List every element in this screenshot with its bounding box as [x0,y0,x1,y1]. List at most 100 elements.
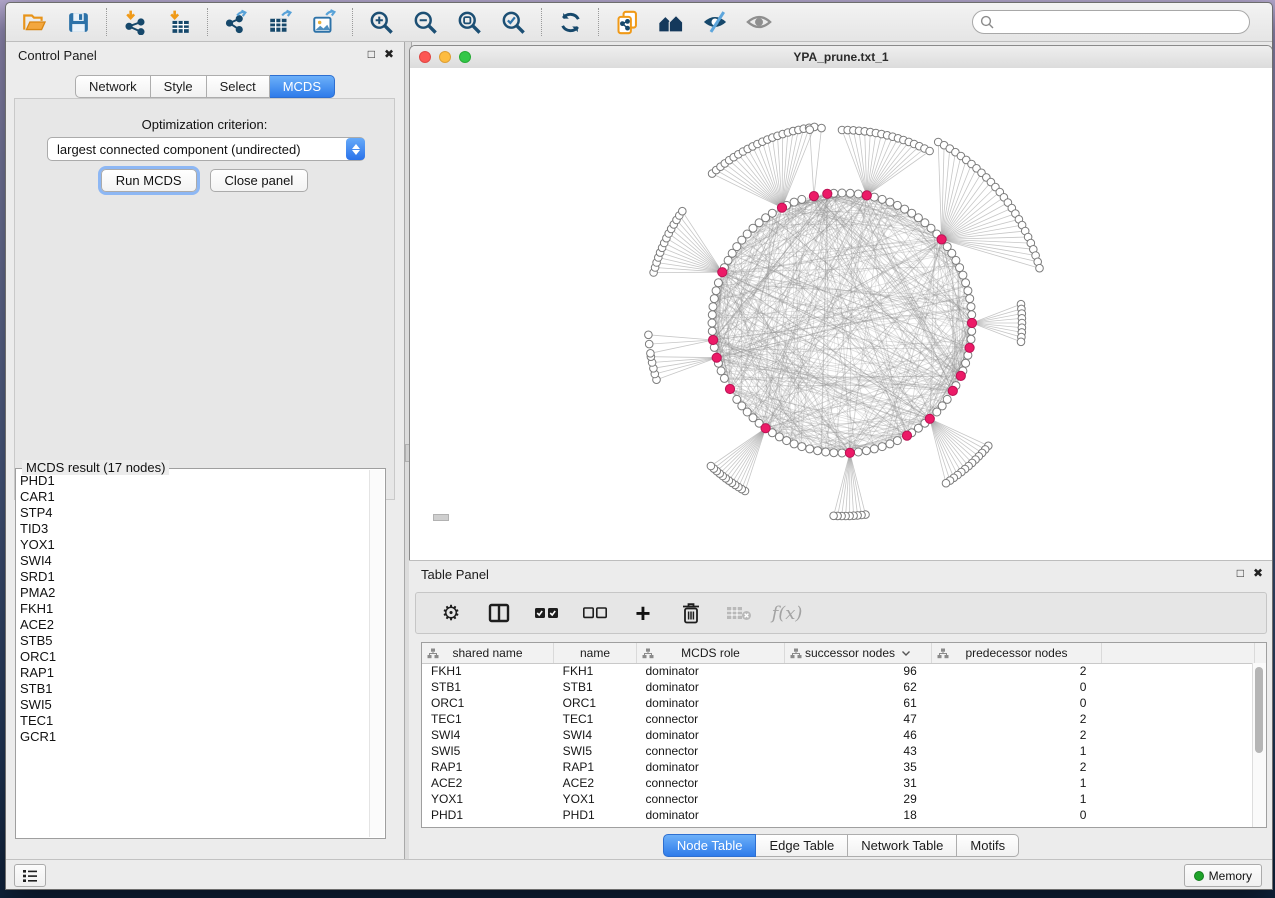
table-panel-title: Table Panel [421,567,489,582]
mcds-hub-node [948,386,957,395]
table-row[interactable]: SWI4SWI4dominator462 [422,727,1253,743]
import-table-icon[interactable] [165,8,193,36]
mcds-hub-node [712,353,721,362]
tab-style[interactable]: Style [151,75,207,98]
mcds-node-item[interactable]: CAR1 [20,489,368,505]
table-row[interactable]: ACE2ACE2connector311 [422,775,1253,791]
table-scrollbar[interactable] [1252,663,1266,827]
tab-node-table[interactable]: Node Table [663,834,757,857]
mcds-node-item[interactable]: SWI4 [20,553,368,569]
close-panel-icon[interactable]: ✖ [384,47,394,61]
mcds-hub-node [761,424,770,433]
table-row[interactable]: ORC1ORC1dominator610 [422,695,1253,711]
select-all-icon[interactable] [534,600,560,626]
mcds-result-list[interactable]: PHD1CAR1STP4TID3YOX1SWI4SRD1PMA2FKH1ACE2… [20,473,368,834]
close-panel-button[interactable]: Close panel [210,169,309,192]
table-header-row: shared namenameMCDS rolesuccessor nodesp… [422,643,1266,664]
zoom-fit-icon[interactable] [455,8,483,36]
open-file-icon[interactable] [20,8,48,36]
mcds-node-item[interactable]: PMA2 [20,585,368,601]
table-tabs: Node TableEdge TableNetwork TableMotifs [409,834,1273,857]
mcds-result-group: MCDS result (17 nodes) PHD1CAR1STP4TID3Y… [15,468,386,839]
column-header-name[interactable]: name [554,643,637,663]
memory-button[interactable]: Memory [1184,864,1262,887]
mcds-hub-node [925,414,934,423]
export-table-icon[interactable] [266,8,294,36]
mcds-node-item[interactable]: TID3 [20,521,368,537]
tab-edge-table[interactable]: Edge Table [756,834,848,857]
mcds-node-item[interactable]: ORC1 [20,649,368,665]
column-header-predecessor-nodes[interactable]: predecessor nodes [932,643,1102,663]
tab-select[interactable]: Select [207,75,270,98]
mcds-node-item[interactable]: TEC1 [20,713,368,729]
first-neighbors-icon[interactable] [657,8,685,36]
search-input[interactable] [972,10,1250,34]
network-canvas[interactable] [410,68,1272,560]
run-mcds-button[interactable]: Run MCDS [101,169,197,192]
column-header-shared-name[interactable]: shared name [422,643,554,663]
table-row[interactable]: TEC1TEC1connector472 [422,711,1253,727]
table-toolbar: ⚙ + f(x) [415,592,1267,634]
network-window: YPA_prune.txt_1 [409,45,1273,560]
hide-selected-icon[interactable] [701,8,729,36]
table-body: FKH1FKH1dominator962STB1STB1dominator620… [422,663,1253,827]
mcds-node-item[interactable]: STP4 [20,505,368,521]
mcds-hub-node [937,235,946,244]
deselect-all-icon[interactable] [582,600,608,626]
mcds-node-item[interactable]: STB5 [20,633,368,649]
column-view-icon[interactable] [486,600,512,626]
column-header-MCDS-role[interactable]: MCDS role [637,643,785,663]
mcds-node-item[interactable]: ACE2 [20,617,368,633]
import-network-icon[interactable] [121,8,149,36]
table-row[interactable]: YOX1YOX1connector291 [422,791,1253,807]
table-scrollbar-thumb[interactable] [1255,667,1263,753]
zoom-in-icon[interactable] [367,8,395,36]
export-image-icon[interactable] [310,8,338,36]
mcds-hub-node [845,448,854,457]
criterion-dropdown[interactable]: largest connected component (undirected) [47,137,365,161]
mcds-node-item[interactable]: YOX1 [20,537,368,553]
mcds-node-item[interactable]: RAP1 [20,665,368,681]
export-network-icon[interactable] [222,8,250,36]
task-history-button[interactable] [14,864,46,887]
delete-column-icon[interactable] [678,600,704,626]
table-settings-icon[interactable]: ⚙ [438,600,464,626]
table-row[interactable]: PHD1PHD1dominator180 [422,807,1253,823]
close-panel-icon[interactable]: ✖ [1253,566,1263,580]
tab-network[interactable]: Network [75,75,151,98]
mcds-node-item[interactable]: GCR1 [20,729,368,745]
mcds-hub-node [809,192,818,201]
table-row[interactable]: STB1STB1dominator620 [422,679,1253,695]
mcds-node-item[interactable]: STB1 [20,681,368,697]
tab-network-table[interactable]: Network Table [848,834,957,857]
tab-mcds[interactable]: MCDS [270,75,335,98]
app-window: Control Panel □ ✖ NetworkStyleSelectMCDS… [5,2,1273,890]
mcds-node-item[interactable]: SWI5 [20,697,368,713]
mcds-node-item[interactable]: SRD1 [20,569,368,585]
mcds-node-item[interactable]: FKH1 [20,601,368,617]
add-column-icon[interactable]: + [630,600,656,626]
mcds-result-scrollbar[interactable] [369,470,384,837]
column-header-successor-nodes[interactable]: successor nodes [785,643,932,663]
refresh-view-icon[interactable] [556,8,584,36]
mcds-node-item[interactable]: PHD1 [20,473,368,489]
show-all-icon[interactable] [745,8,773,36]
mcds-tab-content: Optimization criterion: largest connecte… [14,98,395,500]
float-panel-icon[interactable]: □ [1237,566,1244,580]
network-window-titlebar[interactable]: YPA_prune.txt_1 [410,46,1272,69]
optimization-criterion-label: Optimization criterion: [15,117,394,132]
table-row[interactable]: SWI5SWI5connector431 [422,743,1253,759]
mcds-hub-node [725,384,734,393]
save-session-icon[interactable] [64,8,92,36]
copy-network-icon[interactable] [613,8,641,36]
table-row[interactable]: FKH1FKH1dominator962 [422,663,1253,679]
search-field-wrap [972,10,1250,34]
table-row[interactable]: RAP1RAP1dominator352 [422,759,1253,775]
tab-motifs[interactable]: Motifs [957,834,1019,857]
main-toolbar [6,3,1272,42]
zoom-selected-icon[interactable] [499,8,527,36]
table-panel: Table Panel □ ✖ ⚙ + [409,560,1273,859]
zoom-out-icon[interactable] [411,8,439,36]
float-panel-icon[interactable]: □ [368,47,375,61]
horizontal-splitter-grip[interactable] [433,514,449,521]
